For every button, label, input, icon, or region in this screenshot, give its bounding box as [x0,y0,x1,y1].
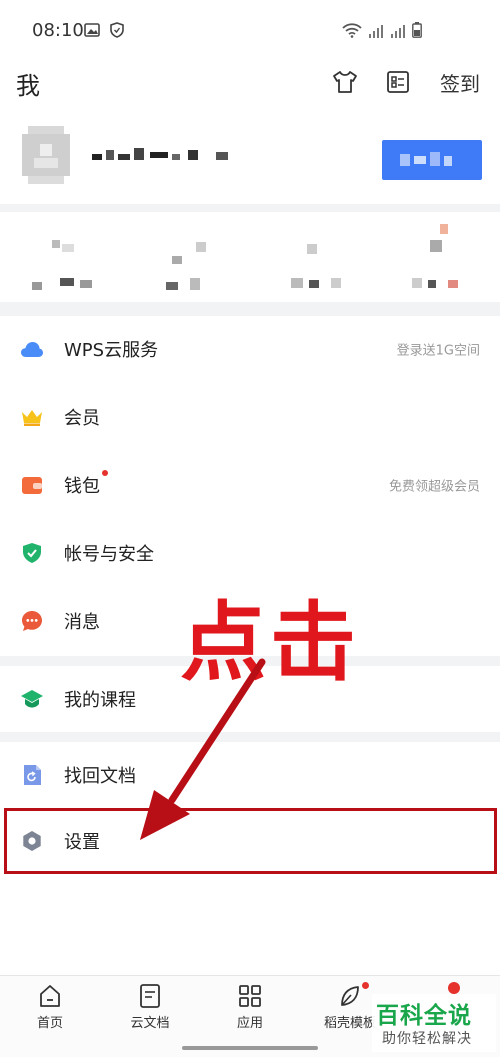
recover-document-icon [20,763,44,787]
menu-hint: 免费领超级会员 [388,479,480,495]
graduation-cap-icon [20,687,44,711]
stat-item[interactable] [160,222,230,294]
annotation-highlight-box [4,808,497,874]
nav-label: 首页 [36,1016,63,1031]
battery-icon [412,22,422,38]
apps-grid-icon [239,985,261,1007]
home-icon [40,985,60,1007]
checkin-button[interactable]: 签到 [440,68,480,97]
annotation-text: 点击 [180,593,360,693]
nav-label: 云文档 [130,1016,170,1031]
nav-item-apps[interactable]: 应用 [200,984,300,1044]
watermark-title: 百科全说 [376,1003,472,1029]
cloud-icon [20,337,44,361]
shield-status-icon [110,22,124,38]
shield-icon [20,541,44,565]
menu-item-cloud[interactable]: WPS云服务 登录送1G空间 [0,316,500,382]
watermark-subtitle: 助你轻松解决 [382,1031,472,1047]
avatar[interactable] [20,126,72,184]
notification-dot [102,470,108,476]
stat-item[interactable] [30,222,100,294]
menu-item-recover[interactable]: 找回文档 [0,742,500,808]
page-title: 我 [16,72,40,100]
stats-row [0,212,500,302]
menu-item-wallet[interactable]: 钱包 免费领超级会员 [0,452,500,518]
nav-item-cloud-docs[interactable]: 云文档 [100,984,200,1044]
leaf-icon [341,986,359,1006]
document-icon [140,984,160,1008]
section-divider [0,732,500,742]
card-icon[interactable] [386,70,410,94]
stat-item[interactable] [410,222,480,294]
section-divider [0,204,500,212]
menu-label: 钱包 [64,476,100,497]
tshirt-icon[interactable] [332,70,358,94]
watermark: 百科全说 助你轻松解决 [372,994,496,1052]
nav-label: 稻壳模板 [323,1016,376,1031]
menu-label: 会员 [64,408,100,429]
profile-name-blur [92,148,228,160]
gallery-icon [84,23,100,37]
nav-label: 应用 [236,1016,263,1031]
signal-icon [369,25,383,38]
status-bar: 08:10 [0,0,500,60]
home-indicator[interactable] [182,1046,318,1050]
status-time: 08:10 [32,20,84,41]
profile-card[interactable] [0,112,500,204]
menu-label: WPS云服务 [64,340,159,361]
nav-item-home[interactable]: 首页 [0,984,100,1044]
signal-icon-2 [391,25,405,38]
notification-dot [362,982,369,989]
menu-item-member[interactable]: 会员 [0,384,500,450]
message-icon [20,609,44,633]
menu-hint: 登录送1G空间 [396,343,480,359]
stat-item[interactable] [285,222,355,294]
notification-dot [448,982,460,994]
menu-label: 我的课程 [64,690,136,711]
profile-action-button[interactable] [382,140,482,180]
crown-icon [20,405,44,429]
menu-label: 帐号与安全 [64,544,154,565]
menu-label: 找回文档 [64,766,136,787]
menu-label: 消息 [64,612,100,633]
wallet-icon [20,473,44,497]
wifi-icon [342,23,362,38]
section-divider [0,302,500,316]
title-bar: 我 签到 [0,60,500,110]
